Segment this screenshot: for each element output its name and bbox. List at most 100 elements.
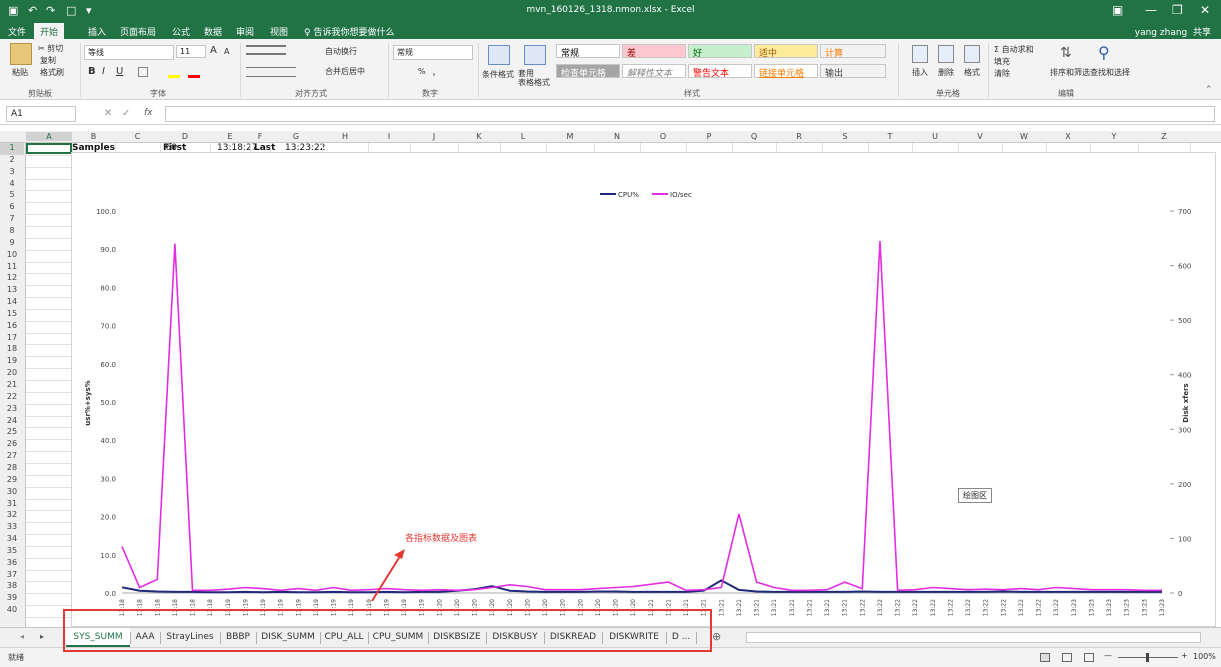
- row-header[interactable]: 5: [0, 190, 24, 202]
- tab-data[interactable]: 数据: [204, 25, 222, 38]
- style-check-cell[interactable]: 检查单元格: [556, 64, 620, 79]
- row-header[interactable]: 4: [0, 179, 24, 191]
- comma-button[interactable]: ，: [432, 67, 440, 78]
- row-header[interactable]: 17: [0, 333, 24, 345]
- font-size-select[interactable]: 11: [176, 45, 206, 58]
- style-bad[interactable]: 差: [622, 44, 686, 59]
- row-header[interactable]: 37: [0, 570, 24, 582]
- row-header[interactable]: 15: [0, 309, 24, 321]
- column-header-y[interactable]: Y: [1090, 132, 1138, 141]
- column-header-n[interactable]: N: [594, 132, 640, 141]
- row-header[interactable]: 20: [0, 368, 24, 380]
- column-header-i[interactable]: I: [368, 132, 410, 141]
- style-neutral[interactable]: 适中: [754, 44, 818, 59]
- column-header-v[interactable]: V: [958, 132, 1002, 141]
- row-header[interactable]: 16: [0, 321, 24, 333]
- row-header[interactable]: 12: [0, 273, 24, 285]
- column-header-c[interactable]: C: [115, 132, 160, 141]
- row-header[interactable]: 11: [0, 262, 24, 274]
- active-cell-a1[interactable]: [26, 143, 72, 154]
- row-header[interactable]: 33: [0, 522, 24, 534]
- format-button[interactable]: 格式: [964, 67, 980, 78]
- style-linked-cell[interactable]: 链接单元格: [754, 64, 818, 79]
- clear-button[interactable]: 清除: [994, 68, 1010, 79]
- zoom-out-icon[interactable]: —: [1104, 651, 1112, 660]
- collapse-ribbon-icon[interactable]: ⌃: [1205, 85, 1213, 95]
- row-header[interactable]: 25: [0, 427, 24, 439]
- tell-me-search[interactable]: ♀ 告诉我你想要做什么: [304, 25, 394, 38]
- column-header-b[interactable]: B: [72, 132, 115, 141]
- format-cells-icon[interactable]: [964, 45, 980, 63]
- name-box[interactable]: A1: [6, 106, 76, 122]
- row-header[interactable]: 28: [0, 463, 24, 475]
- style-explanatory[interactable]: 解释性文本: [622, 64, 686, 79]
- cut-button[interactable]: ✂ 剪切: [38, 43, 63, 54]
- delete-button[interactable]: 删除: [938, 67, 954, 78]
- row-header[interactable]: 34: [0, 534, 24, 546]
- tab-insert[interactable]: 插入: [88, 25, 106, 38]
- align-top-icon[interactable]: [246, 45, 286, 55]
- page-layout-view-icon[interactable]: [1062, 653, 1072, 662]
- grow-font-button[interactable]: A: [210, 45, 217, 56]
- row-header[interactable]: 36: [0, 558, 24, 570]
- column-header-a[interactable]: A: [26, 132, 72, 141]
- style-good[interactable]: 好: [688, 44, 752, 59]
- column-header-m[interactable]: M: [546, 132, 594, 141]
- row-header[interactable]: 23: [0, 404, 24, 416]
- row-header[interactable]: 9: [0, 238, 24, 250]
- normal-view-icon[interactable]: [1040, 653, 1050, 662]
- fill-color-icon[interactable]: [168, 75, 180, 78]
- column-header-o[interactable]: O: [640, 132, 686, 141]
- copy-button[interactable]: 复制: [40, 55, 56, 66]
- enter-icon[interactable]: ✓: [122, 108, 130, 119]
- ribbon-display-icon[interactable]: ▣: [1112, 3, 1123, 17]
- sort-filter-icon[interactable]: ⇅: [1060, 45, 1072, 61]
- column-header-e[interactable]: E: [210, 132, 250, 141]
- percent-button[interactable]: %: [418, 67, 426, 76]
- column-header-l[interactable]: L: [500, 132, 546, 141]
- column-header-s[interactable]: S: [822, 132, 868, 141]
- borders-icon[interactable]: [138, 67, 148, 77]
- tab-view[interactable]: 视图: [270, 25, 288, 38]
- font-color-icon[interactable]: [188, 75, 200, 78]
- column-header-q[interactable]: Q: [732, 132, 776, 141]
- insert-cells-icon[interactable]: [912, 45, 928, 63]
- row-header[interactable]: 3: [0, 167, 24, 179]
- tab-page-layout[interactable]: 页面布局: [120, 25, 156, 38]
- number-format-select[interactable]: 常规: [393, 45, 473, 60]
- column-header-p[interactable]: P: [686, 132, 732, 141]
- column-header-h[interactable]: H: [322, 132, 368, 141]
- row-header[interactable]: 19: [0, 356, 24, 368]
- row-header[interactable]: 18: [0, 344, 24, 356]
- row-header[interactable]: 22: [0, 392, 24, 404]
- page-break-view-icon[interactable]: [1084, 653, 1094, 662]
- tab-home[interactable]: 开始: [34, 23, 65, 39]
- underline-button[interactable]: U: [116, 66, 123, 77]
- formula-input[interactable]: [165, 106, 1215, 122]
- shrink-font-button[interactable]: A: [224, 47, 229, 56]
- column-header-d[interactable]: D: [160, 132, 210, 141]
- restore-icon[interactable]: ❐: [1172, 3, 1183, 17]
- share-button[interactable]: 共享: [1193, 28, 1211, 38]
- style-warning[interactable]: 警告文本: [688, 64, 752, 79]
- align-center-icon[interactable]: [246, 67, 296, 77]
- column-header-u[interactable]: U: [912, 132, 958, 141]
- row-header[interactable]: 1: [0, 143, 24, 155]
- delete-cells-icon[interactable]: [938, 45, 954, 63]
- font-name-select[interactable]: 等线: [84, 45, 174, 60]
- find-select-button[interactable]: 查找和选择: [1090, 67, 1130, 78]
- column-header-k[interactable]: K: [458, 132, 500, 141]
- row-header[interactable]: 14: [0, 297, 24, 309]
- conditional-format-icon[interactable]: [488, 45, 510, 65]
- row-header[interactable]: 7: [0, 214, 24, 226]
- bold-button[interactable]: B: [88, 66, 96, 77]
- row-header[interactable]: 27: [0, 451, 24, 463]
- format-as-table-button[interactable]: 套用 表格格式: [518, 69, 550, 87]
- merge-center-button[interactable]: 合并后居中: [325, 66, 365, 77]
- chart-object[interactable]: CPU% IO/sec 0.0 10.0 20.0 30.0 40.0 50.0 60.0 70…: [71, 152, 1216, 627]
- row-header[interactable]: 26: [0, 439, 24, 451]
- tab-formulas[interactable]: 公式: [172, 25, 190, 38]
- row-header[interactable]: 6: [0, 202, 24, 214]
- style-calculation[interactable]: 计算: [820, 44, 886, 59]
- row-header[interactable]: 35: [0, 546, 24, 558]
